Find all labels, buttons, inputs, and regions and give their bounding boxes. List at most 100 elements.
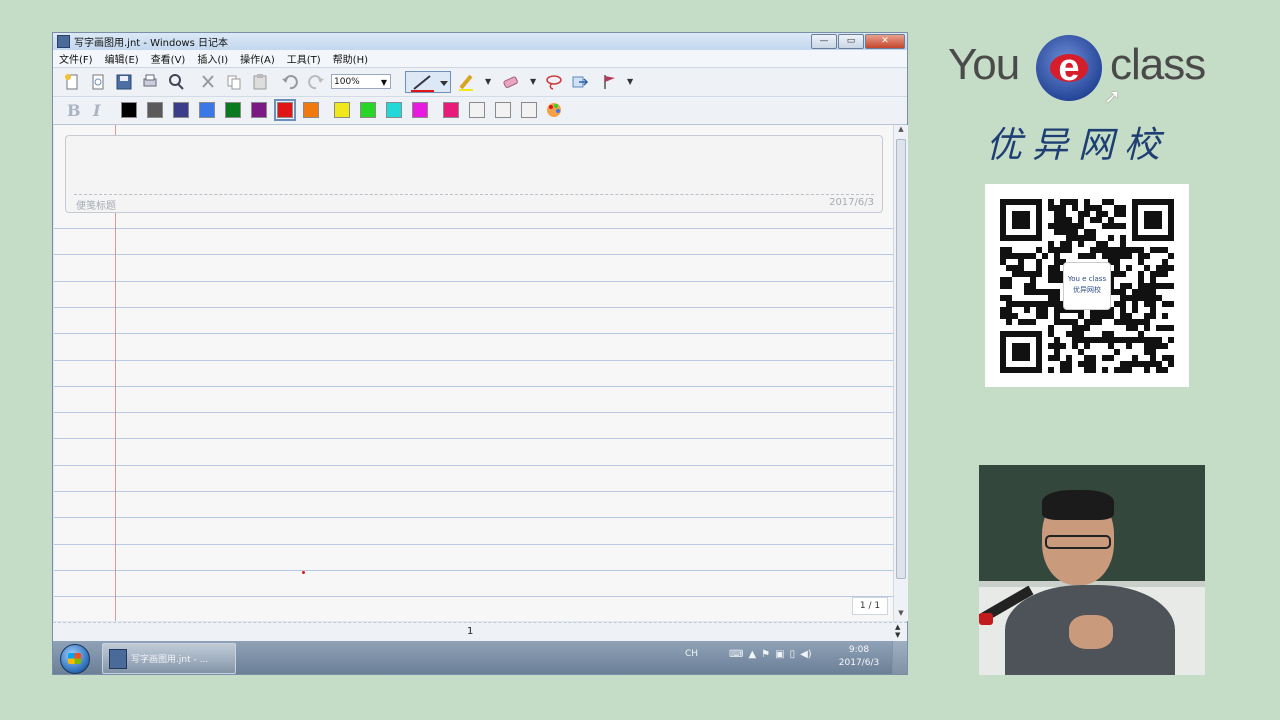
battery-icon[interactable]: ▯ <box>790 649 796 660</box>
page-indicator: 1 / 1 <box>852 597 888 615</box>
italic-button[interactable]: I <box>93 101 100 120</box>
note-title-placeholder: 便笺标题 <box>76 201 116 212</box>
system-clock[interactable]: 9:08 2017/6/3 <box>829 644 889 670</box>
color-swatch[interactable] <box>303 102 319 118</box>
webcam-video <box>979 465 1205 675</box>
ruled-line <box>54 412 893 414</box>
page-bar: 1 ▲ ▼ <box>53 622 907 641</box>
show-hidden-icons[interactable]: ▲ <box>748 649 756 660</box>
color-swatch[interactable] <box>147 102 163 118</box>
ruled-line <box>54 228 893 229</box>
menu-tools[interactable]: 工具(T) <box>287 51 321 66</box>
ruled-line <box>54 385 893 387</box>
color-swatch[interactable] <box>121 102 137 118</box>
color-swatch[interactable] <box>521 102 537 118</box>
menu-file[interactable]: 文件(F) <box>59 51 93 66</box>
bold-button[interactable]: B <box>67 101 81 120</box>
clock-date: 2017/6/3 <box>838 658 880 668</box>
ruled-line <box>54 543 893 545</box>
journal-app-icon <box>57 35 70 48</box>
qr-code: You e class 优异网校 <box>985 184 1189 387</box>
network-icon[interactable]: ▣ <box>775 649 784 660</box>
menu-help[interactable]: 帮助(H) <box>333 51 368 66</box>
note-title-area[interactable]: 便笺标题 2017/6/3 <box>65 135 883 213</box>
eraser-icon[interactable] <box>501 73 519 91</box>
insert-space-icon[interactable] <box>571 73 589 91</box>
taskbar-item-label: 写字画图用.jnt - ... <box>131 655 209 665</box>
pen-tool-button[interactable] <box>405 71 451 93</box>
youeclass-logo: You e class <box>948 30 1228 120</box>
scroll-thumb[interactable] <box>896 139 906 579</box>
show-desktop-button[interactable] <box>892 641 907 674</box>
paste-icon[interactable] <box>251 73 269 91</box>
color-swatch[interactable] <box>443 102 459 118</box>
qr-center-logo: You e class 优异网校 <box>1063 262 1111 310</box>
open-icon[interactable] <box>89 73 107 91</box>
menu-actions[interactable]: 操作(A) <box>240 51 275 66</box>
highlighter-icon[interactable] <box>457 73 475 91</box>
scroll-down-icon[interactable]: ▼ <box>894 609 908 621</box>
title-bar[interactable]: 写字画图用.jnt - Windows 日记本 — ▭ ✕ <box>53 33 907 50</box>
qr-center-cn: 优异网校 <box>1073 286 1101 294</box>
lasso-icon[interactable] <box>545 73 563 91</box>
print-preview-icon[interactable] <box>141 73 159 91</box>
undo-icon[interactable] <box>281 73 299 91</box>
ruled-line <box>54 491 893 492</box>
minimize-button[interactable]: — <box>811 34 837 49</box>
zoom-select[interactable]: 100% ▼ <box>331 74 391 89</box>
journal-window: 写字画图用.jnt - Windows 日记本 — ▭ ✕ 文件(F) 编辑(E… <box>52 32 908 675</box>
menu-edit[interactable]: 编辑(E) <box>105 51 139 66</box>
color-swatch[interactable] <box>225 102 241 118</box>
start-button[interactable] <box>60 644 90 674</box>
scroll-up-icon[interactable]: ▲ <box>894 125 908 137</box>
ruled-line <box>54 254 893 256</box>
windows-logo-icon <box>68 653 81 664</box>
prev-page-icon[interactable]: ▲ <box>895 623 905 631</box>
ruled-line <box>54 438 893 440</box>
color-swatch[interactable] <box>469 102 485 118</box>
vertical-scrollbar[interactable]: ▲ ▼ <box>893 125 908 621</box>
ruled-line <box>54 569 893 571</box>
save-icon[interactable] <box>115 73 133 91</box>
ink-dot <box>302 571 305 574</box>
cut-icon[interactable] <box>199 73 217 91</box>
color-swatch[interactable] <box>386 102 402 118</box>
copy-icon[interactable] <box>225 73 243 91</box>
action-center-icon[interactable]: ⚑ <box>761 649 770 660</box>
color-swatch[interactable] <box>274 99 296 121</box>
close-button[interactable]: ✕ <box>865 34 905 49</box>
color-swatch[interactable] <box>360 102 376 118</box>
volume-icon[interactable]: ◀) <box>800 649 812 660</box>
maximize-button[interactable]: ▭ <box>838 34 864 49</box>
taskbar: 写字画图用.jnt - ... CH ⌨ ▲ ⚑ ▣ ▯ ◀) 9:08 201… <box>53 641 907 674</box>
color-swatch[interactable] <box>412 102 428 118</box>
chevron-down-icon: ▼ <box>380 78 387 87</box>
note-date: 2017/6/3 <box>829 197 874 208</box>
color-swatch[interactable] <box>199 102 215 118</box>
color-swatch[interactable] <box>334 102 350 118</box>
logo-text-class: class <box>1110 40 1206 89</box>
redo-icon[interactable] <box>307 73 325 91</box>
input-language[interactable]: CH <box>685 649 698 659</box>
logo-e-icon: e <box>1036 35 1102 101</box>
ruled-line <box>54 596 893 598</box>
logo-text-you: You <box>948 40 1020 89</box>
color-palette-icon[interactable] <box>545 101 563 119</box>
page-number: 1 <box>467 626 474 637</box>
color-swatch[interactable] <box>251 102 267 118</box>
next-page-icon[interactable]: ▼ <box>895 631 905 639</box>
color-swatch[interactable] <box>495 102 511 118</box>
menu-insert[interactable]: 插入(I) <box>197 51 228 66</box>
taskbar-journal-item[interactable]: 写字画图用.jnt - ... <box>102 643 236 674</box>
flag-icon[interactable] <box>601 73 619 91</box>
highlighter-dropdown-icon[interactable]: ▼ <box>485 77 491 86</box>
menu-view[interactable]: 查看(V) <box>151 51 186 66</box>
find-icon[interactable] <box>167 73 185 91</box>
flag-dropdown-icon[interactable]: ▼ <box>627 77 633 86</box>
window-title: 写字画图用.jnt - Windows 日记本 <box>74 38 228 49</box>
eraser-dropdown-icon[interactable]: ▼ <box>530 77 536 86</box>
color-swatch[interactable] <box>173 102 189 118</box>
keyboard-icon[interactable]: ⌨ <box>729 649 743 660</box>
new-note-icon[interactable] <box>63 73 81 91</box>
journal-page[interactable]: 便笺标题 2017/6/3 1 / 1 <box>54 125 893 621</box>
